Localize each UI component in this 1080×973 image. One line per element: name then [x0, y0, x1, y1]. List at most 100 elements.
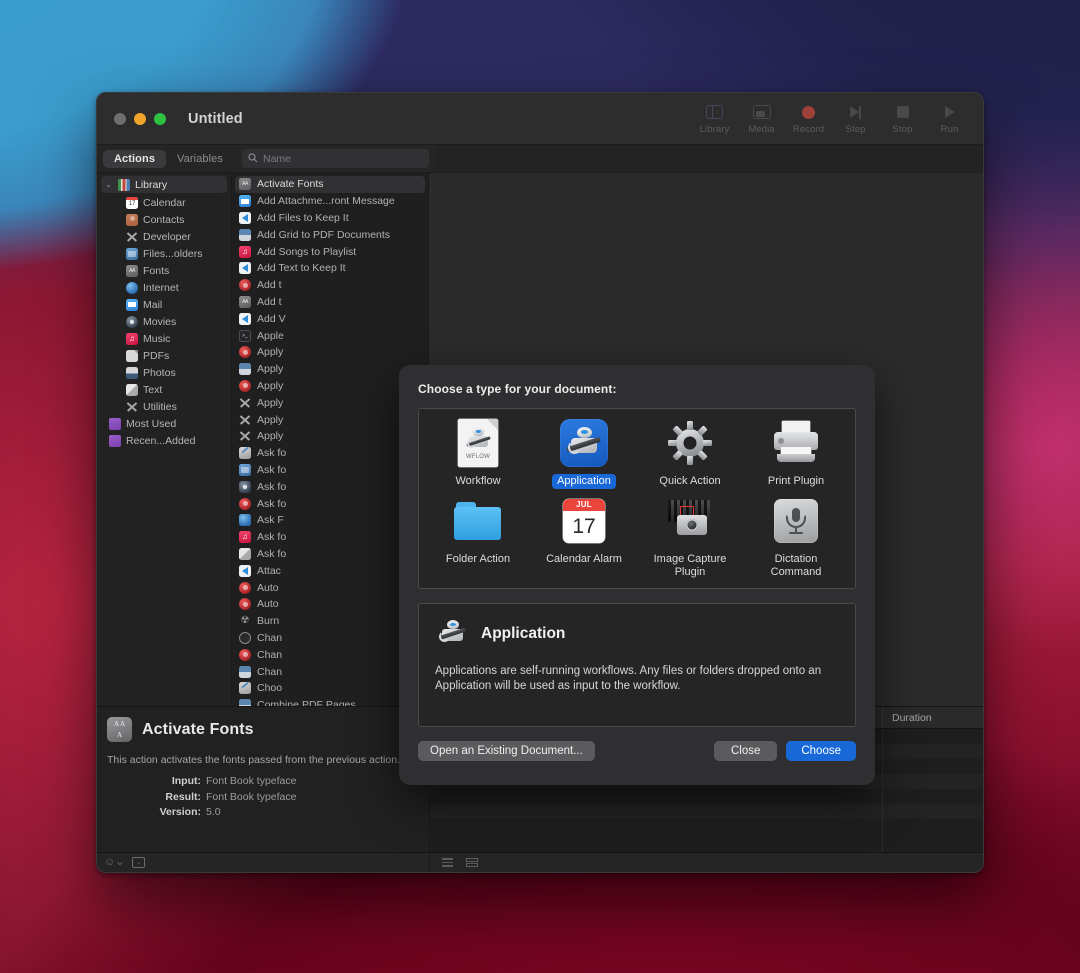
- list-item[interactable]: Activate Fonts: [235, 176, 425, 193]
- run-icon: [944, 103, 955, 121]
- pdf-grid-icon: [239, 699, 251, 706]
- text-icon: [126, 383, 138, 396]
- sidebar-item-movies[interactable]: Movies: [97, 313, 231, 330]
- column-divider: [882, 729, 883, 852]
- list-item[interactable]: Apple: [232, 327, 428, 344]
- automator-window: Untitled Library Media Record Step Stop …: [96, 92, 984, 873]
- sidebar-item-label: PDFs: [143, 349, 170, 362]
- metadata-value: Font Book typeface: [206, 775, 297, 787]
- type-description-title: Application: [481, 625, 566, 642]
- type-option-image-capture-plugin[interactable]: Image Capture Plugin: [637, 497, 743, 580]
- sidebar-item-photos[interactable]: Photos: [97, 364, 231, 381]
- toolbar-run-button[interactable]: Run: [926, 99, 973, 135]
- toolbar-stop-button[interactable]: Stop: [879, 99, 926, 135]
- list-item[interactable]: Add V: [232, 310, 428, 327]
- choose-button[interactable]: Choose: [786, 741, 856, 761]
- automator-red-icon: [239, 346, 251, 359]
- chevron-down-icon[interactable]: ⌄: [104, 180, 113, 189]
- photos-icon: [126, 366, 138, 379]
- sidebar-item-label: Recen...Added: [126, 434, 196, 447]
- action-label: Add V: [257, 312, 286, 325]
- close-button[interactable]: Close: [713, 741, 778, 761]
- text-icon: [239, 547, 251, 560]
- sidebar-item-utilities[interactable]: Utilities: [97, 398, 231, 415]
- music-icon: [126, 332, 138, 345]
- metadata-key: Input:: [171, 775, 201, 787]
- list-item[interactable]: Add t: [232, 277, 428, 294]
- duration-column-header[interactable]: Duration: [883, 712, 983, 724]
- toolbar-step-label: Step: [845, 124, 866, 135]
- type-label: Quick Action: [659, 475, 721, 487]
- action-label: Add Songs to Playlist: [257, 245, 357, 258]
- list-item[interactable]: Add Files to Keep It: [232, 210, 428, 227]
- list-item[interactable]: Add t: [232, 294, 428, 311]
- action-label: Add Attachme...ront Message: [257, 195, 395, 208]
- search-input[interactable]: [263, 152, 423, 165]
- type-label: Image Capture Plugin: [653, 553, 727, 578]
- comment-dropdown-icon[interactable]: ☺⌄: [104, 857, 124, 868]
- sidebar-item-label: Fonts: [143, 264, 170, 277]
- metadata-value: 5.0: [206, 806, 221, 818]
- toolbar-record-label: Record: [792, 124, 825, 135]
- tab-actions[interactable]: Actions: [103, 149, 167, 168]
- type-option-quick-action[interactable]: Quick Action: [637, 419, 743, 489]
- stop-icon: [896, 103, 909, 121]
- sidebar-item-developer[interactable]: Developer: [97, 228, 231, 245]
- type-option-calendar-alarm[interactable]: JUL 17 Calendar Alarm: [531, 497, 637, 580]
- automator-red-icon: [239, 497, 251, 510]
- fonts-icon: [239, 295, 251, 308]
- list-item[interactable]: Apply: [232, 344, 428, 361]
- type-option-dictation-command[interactable]: Dictation Command: [743, 497, 849, 580]
- split-view-icon[interactable]: [466, 857, 478, 868]
- library-sidebar[interactable]: ⌄ Library Calendar Contacts Developer Fi…: [97, 173, 232, 706]
- list-item[interactable]: Add Grid to PDF Documents: [232, 226, 428, 243]
- toolbar-step-button[interactable]: Step: [832, 99, 879, 135]
- sidebar-item-internet[interactable]: Internet: [97, 279, 231, 296]
- maximize-button[interactable]: [154, 112, 166, 125]
- open-existing-document-button[interactable]: Open an Existing Document...: [418, 741, 595, 761]
- list-view-icon[interactable]: [442, 858, 453, 867]
- window-toolbar: Library Media Record Step Stop Run: [691, 99, 973, 135]
- toolbar-record-button[interactable]: Record: [785, 99, 832, 135]
- sidebar-item-most-used[interactable]: Most Used: [97, 415, 231, 432]
- search-field[interactable]: [242, 149, 429, 168]
- calendar-icon: [126, 196, 138, 209]
- type-option-application[interactable]: Application: [531, 419, 637, 489]
- action-label: Ask fo: [257, 447, 287, 460]
- keepit-icon: [239, 262, 251, 275]
- close-button[interactable]: [114, 112, 126, 125]
- action-label: Add t: [257, 279, 282, 292]
- list-item[interactable]: Add Songs to Playlist: [232, 243, 428, 260]
- metadata-value: Font Book typeface: [206, 790, 297, 803]
- list-item[interactable]: Add Attachme...ront Message: [232, 193, 428, 210]
- keepit-icon: [239, 564, 251, 577]
- action-label: Apply: [257, 430, 284, 443]
- action-label: Attac: [257, 564, 281, 577]
- sidebar-item-pdfs[interactable]: PDFs: [97, 347, 231, 364]
- sidebar-item-recently-added[interactable]: Recen...Added: [97, 432, 231, 449]
- action-label: Add t: [257, 295, 282, 308]
- disclosure-icon[interactable]: ⌄: [132, 857, 146, 868]
- type-label: Application: [552, 474, 616, 489]
- record-icon: [802, 103, 815, 121]
- minimize-button[interactable]: [134, 112, 146, 125]
- toolbar-media-button[interactable]: Media: [738, 99, 785, 135]
- metadata-key: Version:: [159, 806, 201, 818]
- type-option-print-plugin[interactable]: Print Plugin: [743, 419, 849, 489]
- dialog-heading: Choose a type for your document:: [418, 382, 617, 396]
- sidebar-item-fonts[interactable]: Fonts: [97, 262, 231, 279]
- sidebar-item-calendar[interactable]: Calendar: [97, 194, 231, 211]
- sidebar-item-music[interactable]: Music: [97, 330, 231, 347]
- action-description-pane: Activate Fonts This action activates the…: [97, 707, 430, 852]
- type-option-workflow[interactable]: WFLOW Workflow: [425, 419, 531, 489]
- tab-variables[interactable]: Variables: [166, 150, 234, 168]
- sidebar-item-contacts[interactable]: Contacts: [97, 211, 231, 228]
- type-option-folder-action[interactable]: Folder Action: [425, 497, 531, 580]
- sidebar-item-mail[interactable]: Mail: [97, 296, 231, 313]
- sidebar-item-library[interactable]: ⌄ Library: [101, 176, 227, 193]
- toolbar-library-button[interactable]: Library: [691, 99, 738, 135]
- fonts-icon: [107, 717, 132, 742]
- list-item[interactable]: Add Text to Keep It: [232, 260, 428, 277]
- sidebar-item-files-and-folders[interactable]: Files...olders: [97, 245, 231, 262]
- sidebar-item-text[interactable]: Text: [97, 381, 231, 398]
